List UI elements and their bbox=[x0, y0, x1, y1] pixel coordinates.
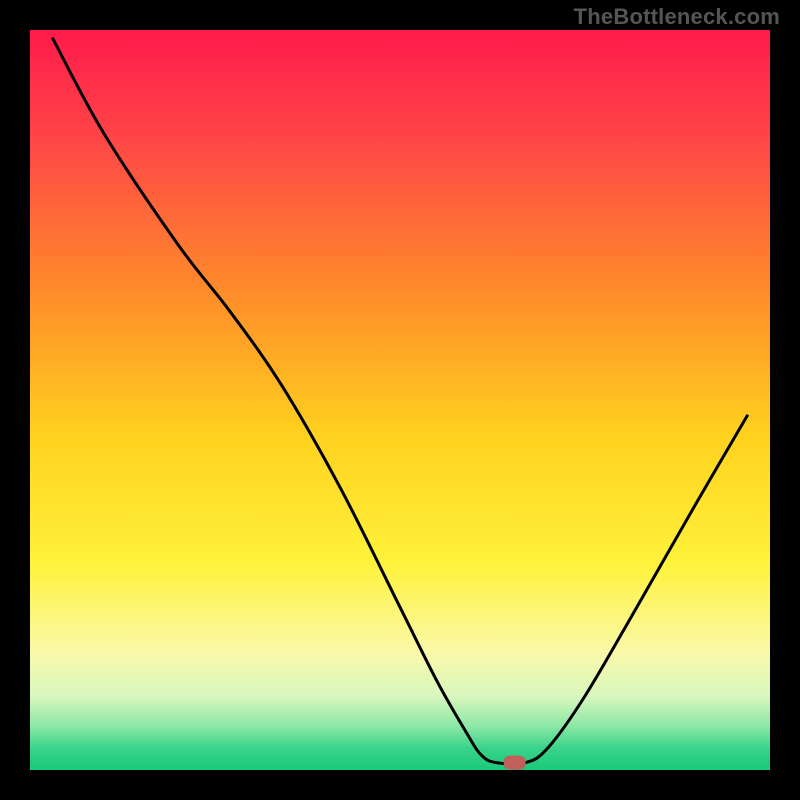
bottleneck-chart bbox=[0, 0, 800, 800]
chart-frame: { "watermark": "TheBottleneck.com", "cha… bbox=[0, 0, 800, 800]
chart-background-gradient bbox=[30, 30, 770, 770]
optimum-marker bbox=[504, 756, 526, 770]
watermark-text: TheBottleneck.com bbox=[574, 4, 780, 30]
